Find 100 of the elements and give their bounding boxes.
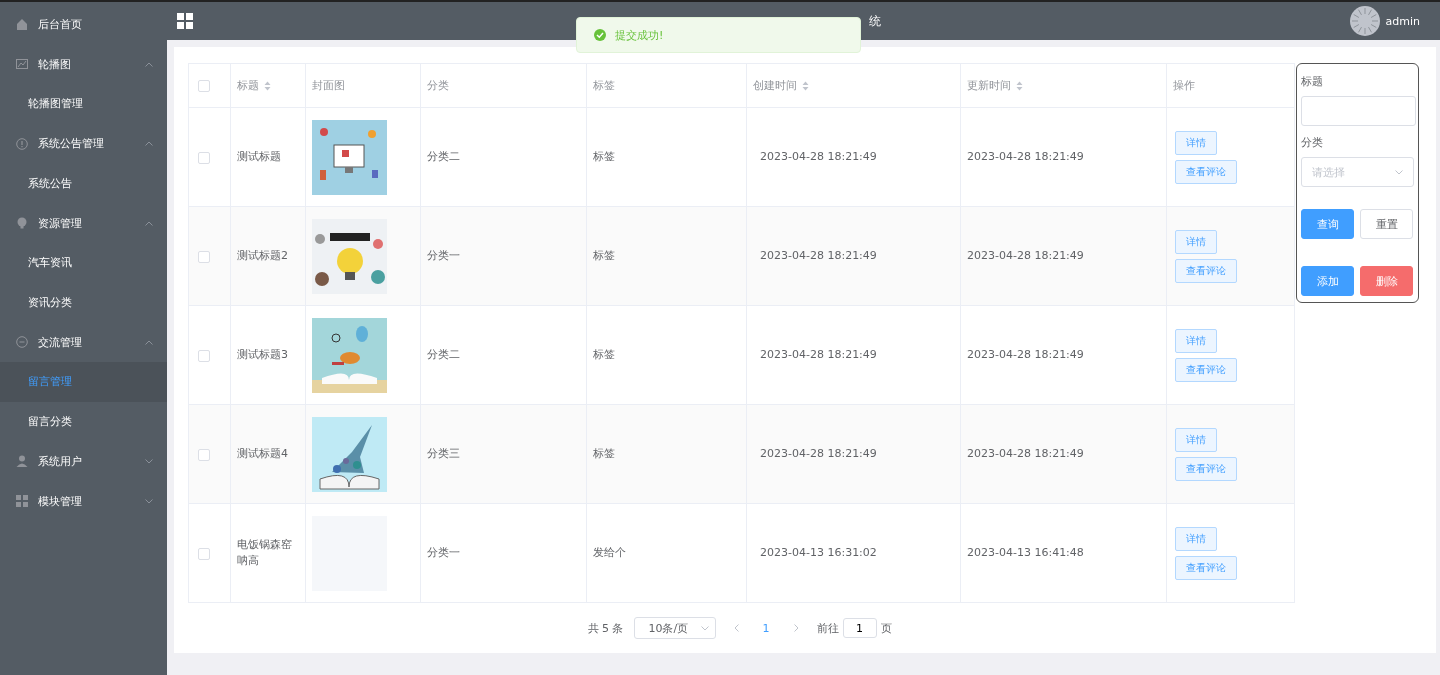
chevron-icon xyxy=(1395,169,1403,175)
table-cell: 测试标题3 xyxy=(237,348,288,361)
field-label: 标题 xyxy=(1301,74,1324,89)
grid-icon xyxy=(16,495,28,507)
sort-icon xyxy=(802,80,809,91)
table-cell: 测试标题 xyxy=(237,150,281,163)
chevron-icon xyxy=(145,498,153,504)
checkbox[interactable] xyxy=(198,151,210,164)
menu-item[interactable]: 轮播图 xyxy=(0,44,167,84)
sort-icon xyxy=(1016,80,1023,91)
info-icon xyxy=(16,137,28,150)
chevron-icon xyxy=(145,61,153,67)
table-cell: 发给个 xyxy=(593,546,626,559)
menu-item[interactable]: 后台首页 xyxy=(0,4,167,44)
grid-menu-icon xyxy=(177,13,193,29)
table-cell: 标签 xyxy=(593,249,615,262)
header-title: 统 xyxy=(869,12,882,30)
table-cell: 2023-04-28 18:21:49 xyxy=(967,150,1084,163)
chevron-left-icon xyxy=(733,624,739,632)
view-comments-button[interactable]: 查看评论 xyxy=(1175,555,1237,580)
table-cell: 分类三 xyxy=(427,447,460,460)
column-header: 标签 xyxy=(593,78,615,93)
checkbox[interactable] xyxy=(198,547,210,560)
toast-message: 提交成功! xyxy=(615,27,664,43)
details-button[interactable]: 详情 xyxy=(1175,328,1217,353)
submenu-item[interactable]: 资讯分类 xyxy=(0,282,167,322)
table-cell: 2023-04-13 16:31:02 xyxy=(760,546,877,559)
reset-button[interactable]: 重置 xyxy=(1360,209,1413,239)
title-input[interactable] xyxy=(1301,96,1416,126)
chevron-icon xyxy=(145,220,153,226)
details-button[interactable]: 详情 xyxy=(1175,526,1217,551)
details-button[interactable]: 详情 xyxy=(1175,130,1217,155)
user-icon xyxy=(16,455,28,467)
checkbox[interactable] xyxy=(198,349,210,362)
checkbox[interactable] xyxy=(198,448,210,461)
submenu-item[interactable]: 汽车资讯 xyxy=(0,243,167,283)
table-cell: 标签 xyxy=(593,150,615,163)
column-header: 操作 xyxy=(1173,78,1195,93)
table-cell: 2023-04-28 18:21:49 xyxy=(967,348,1084,361)
table-cell: 分类二 xyxy=(427,348,460,361)
table-cell: 2023-04-28 18:21:49 xyxy=(967,249,1084,262)
table-cell: 标签 xyxy=(593,348,615,361)
field-label: 分类 xyxy=(1301,135,1324,150)
goto-label: 前往 xyxy=(816,620,839,636)
table-cell: 测试标题2 xyxy=(237,249,288,262)
page-size-select[interactable]: 10条/页 xyxy=(633,617,716,639)
table-cell: 2023-04-28 18:21:49 xyxy=(760,150,877,163)
table-cell: 2023-04-13 16:41:48 xyxy=(967,546,1084,559)
chat-icon xyxy=(16,336,28,348)
submenu-item[interactable]: 系统公告 xyxy=(0,163,167,203)
column-header: 更新时间 xyxy=(967,78,1011,93)
table-cell: 分类二 xyxy=(427,150,460,163)
table-cell: 分类一 xyxy=(427,546,460,559)
view-comments-button[interactable]: 查看评论 xyxy=(1175,456,1237,481)
table-cell: 2023-04-28 18:21:49 xyxy=(760,447,877,460)
submenu-item[interactable]: 留言管理 xyxy=(0,362,167,402)
username: admin xyxy=(1385,14,1420,28)
home-icon xyxy=(16,18,28,30)
table-cell: 2023-04-28 18:21:49 xyxy=(967,447,1084,460)
page-input[interactable]: 1 xyxy=(842,618,877,638)
avatar xyxy=(1349,6,1380,36)
menu-item[interactable]: 系统公告管理 xyxy=(0,123,167,164)
chevron-right-icon xyxy=(793,624,799,632)
sort-icon xyxy=(264,80,271,91)
add-button[interactable]: 添加 xyxy=(1301,266,1354,296)
checkbox[interactable] xyxy=(198,250,210,263)
menu-item[interactable]: 资源管理 xyxy=(0,203,167,243)
table-cell: 电饭锅森窑呐高 xyxy=(237,538,292,567)
column-header: 创建时间 xyxy=(753,78,797,93)
chevron-icon xyxy=(145,458,153,464)
details-button[interactable]: 详情 xyxy=(1175,229,1217,254)
chevron-icon xyxy=(145,339,153,345)
view-comments-button[interactable]: 查看评论 xyxy=(1175,357,1237,382)
check-circle-icon xyxy=(594,29,606,41)
table-cell: 标签 xyxy=(593,447,615,460)
column-header: 标题 xyxy=(237,78,259,93)
column-header: 封面图 xyxy=(312,78,345,93)
delete-button[interactable]: 删除 xyxy=(1360,266,1413,296)
menu-item[interactable]: 交流管理 xyxy=(0,322,167,362)
column-header: 分类 xyxy=(427,78,449,93)
page-suffix: 页 xyxy=(880,620,892,636)
bulb-icon xyxy=(16,217,28,229)
menu-item[interactable]: 模块管理 xyxy=(0,481,167,521)
table-cell: 分类一 xyxy=(427,249,460,262)
menu-item[interactable]: 系统用户 xyxy=(0,441,167,481)
page-number[interactable]: 1 xyxy=(756,621,776,635)
view-comments-button[interactable]: 查看评论 xyxy=(1175,159,1237,184)
table-cell: 2023-04-28 18:21:49 xyxy=(760,348,877,361)
table-cell: 测试标题4 xyxy=(237,447,288,460)
view-comments-button[interactable]: 查看评论 xyxy=(1175,258,1237,283)
total-count: 共 5 条 xyxy=(587,620,624,636)
submenu-item[interactable]: 留言分类 xyxy=(0,401,167,441)
details-button[interactable]: 详情 xyxy=(1175,427,1217,452)
table-cell: 2023-04-28 18:21:49 xyxy=(760,249,877,262)
search-button[interactable]: 查询 xyxy=(1301,209,1354,239)
checkbox[interactable] xyxy=(198,80,210,92)
image-icon xyxy=(16,58,28,70)
chevron-icon xyxy=(145,141,153,146)
chevron-icon xyxy=(700,625,709,631)
submenu-item[interactable]: 轮播图管理 xyxy=(0,84,167,124)
